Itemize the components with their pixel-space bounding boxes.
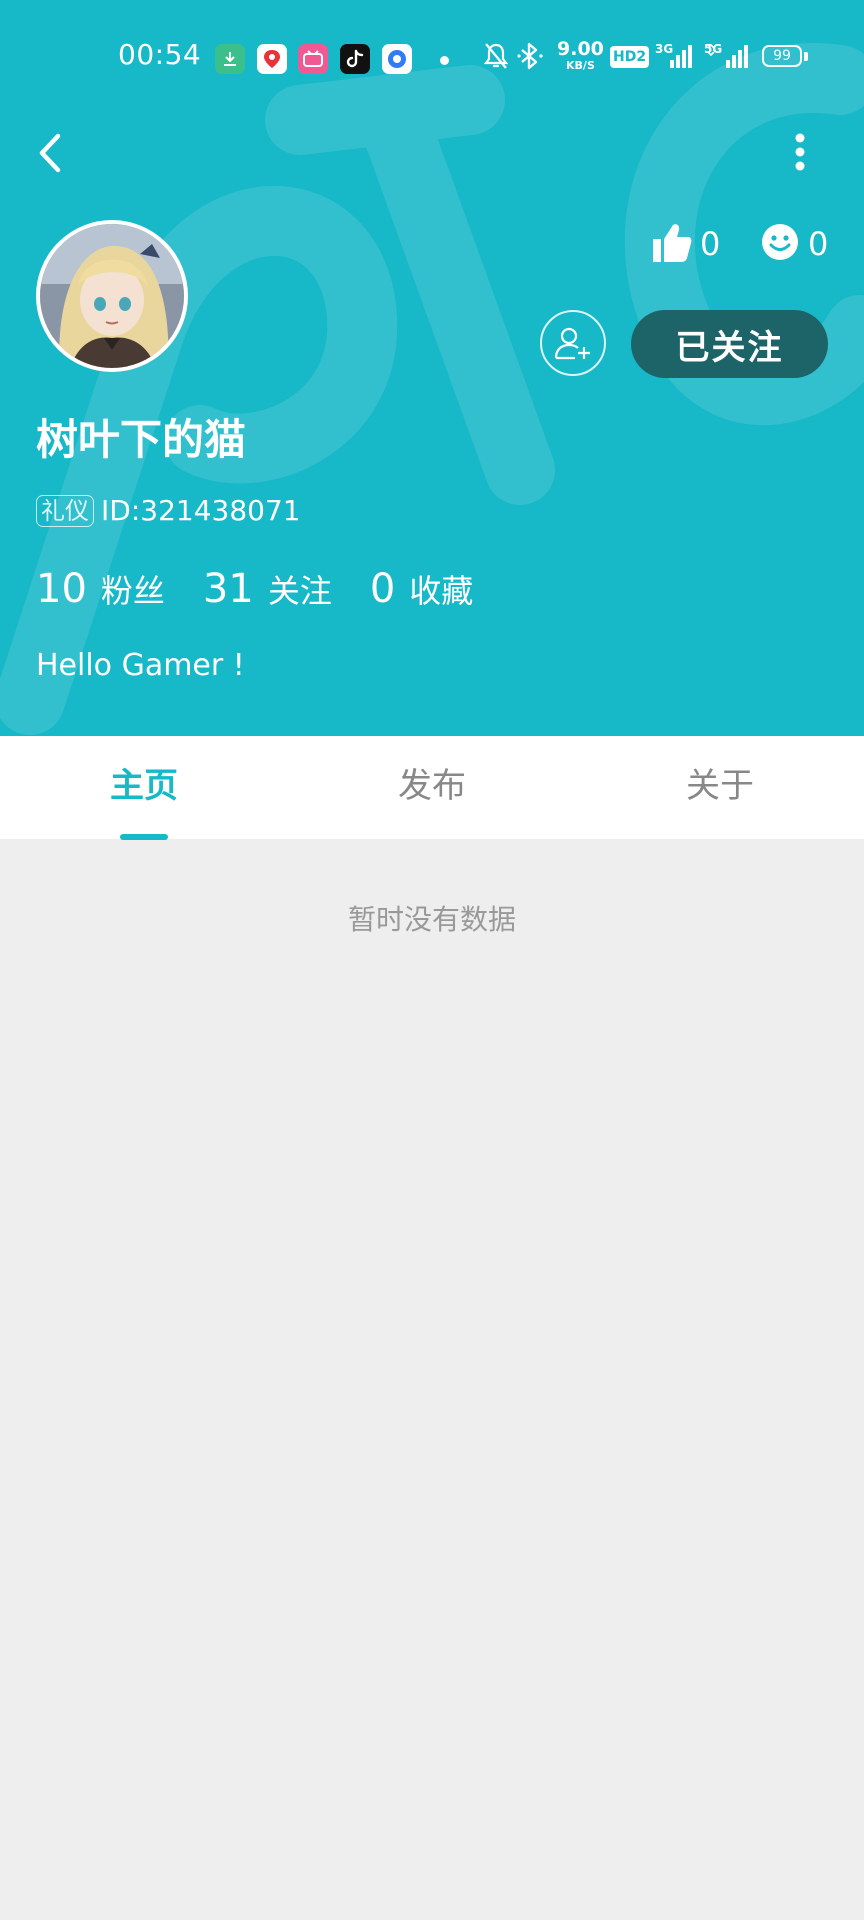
signal-1-icon xyxy=(670,45,692,68)
browser-app-icon xyxy=(382,44,412,74)
add-friend-button[interactable] xyxy=(540,310,606,376)
user-tag-badge: 礼仪 xyxy=(36,495,94,527)
favorites-count[interactable]: 0 xyxy=(370,566,395,612)
tab-home[interactable]: 主页 xyxy=(0,736,288,839)
add-user-icon xyxy=(554,327,590,360)
hd-badge: HD2 xyxy=(610,46,650,68)
followers-label[interactable]: 粉丝 xyxy=(101,566,165,612)
bio-text: Hello Gamer ! xyxy=(36,648,245,683)
followers-count[interactable]: 10 xyxy=(36,566,87,612)
following-label[interactable]: 关注 xyxy=(268,566,332,612)
user-id: ID:321438071 xyxy=(101,494,301,527)
stats-row: 10 粉丝 31 关注 0 收藏 xyxy=(36,566,511,618)
following-count[interactable]: 31 xyxy=(203,566,254,612)
favorites-label[interactable]: 收藏 xyxy=(409,566,473,612)
thumbs-up-icon[interactable] xyxy=(650,220,692,264)
empty-state-message: 暂时没有数据 xyxy=(347,903,516,936)
more-options-button[interactable] xyxy=(780,128,820,178)
tab-bar: 主页 发布 关于 xyxy=(0,736,864,840)
avatar-illustration xyxy=(40,224,184,368)
back-button[interactable] xyxy=(32,128,76,178)
status-time: 00:54 xyxy=(118,38,202,71)
status-bar: 00:54 9.00 KB/S HD2 3G 5G 99 xyxy=(0,30,864,82)
network-speed: 9.00 KB/S xyxy=(557,38,604,72)
battery-icon: 99 xyxy=(762,45,802,67)
download-app-icon xyxy=(215,44,245,74)
tiktok-app-icon xyxy=(340,44,370,74)
bluetooth-icon xyxy=(517,42,543,70)
tab-about[interactable]: 关于 xyxy=(576,736,864,839)
smiles-count: 0 xyxy=(808,225,829,263)
active-tab-indicator xyxy=(120,834,168,840)
battery-cap xyxy=(804,52,808,61)
signal-2-icon xyxy=(707,44,748,68)
likes-count: 0 xyxy=(700,225,721,263)
smile-icon[interactable] xyxy=(760,222,800,262)
map-app-icon xyxy=(257,44,287,74)
avatar[interactable] xyxy=(36,220,188,372)
bilibili-app-icon xyxy=(298,44,328,74)
notification-dot-icon xyxy=(440,56,449,65)
username: 树叶下的猫 xyxy=(36,415,247,464)
tab-posts[interactable]: 发布 xyxy=(288,736,576,839)
follow-status-button[interactable]: 已关注 xyxy=(631,310,828,378)
mute-bell-icon xyxy=(483,43,509,69)
profile-header: 00:54 9.00 KB/S HD2 3G 5G 99 0 0 已关注 树叶下… xyxy=(0,0,864,736)
